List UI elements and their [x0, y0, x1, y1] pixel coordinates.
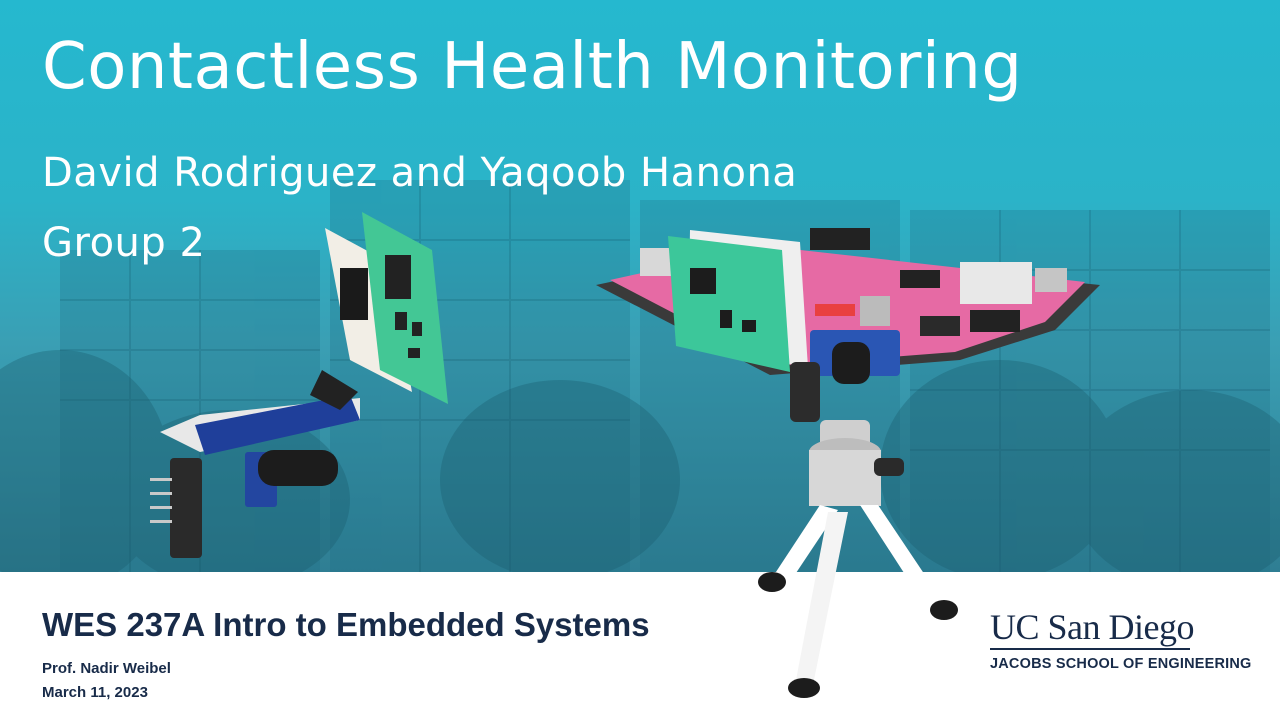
professor-name: Prof. Nadir Weibel	[42, 660, 171, 677]
slide-title: Contactless Health Monitoring	[42, 30, 1023, 104]
course-title: WES 237A Intro to Embedded Systems	[42, 606, 650, 643]
presentation-date: March 11, 2023	[42, 684, 148, 701]
slide-authors: David Rodriguez and Yaqoob Hanona	[42, 150, 798, 196]
logo-divider	[990, 648, 1190, 650]
hero-background: Contactless Health Monitoring David Rodr…	[0, 0, 1280, 572]
ucsd-logo-school: JACOBS SCHOOL OF ENGINEERING	[990, 656, 1252, 672]
ucsd-logo-name: UC San Diego	[990, 607, 1195, 647]
slide-group: Group 2	[42, 220, 206, 266]
